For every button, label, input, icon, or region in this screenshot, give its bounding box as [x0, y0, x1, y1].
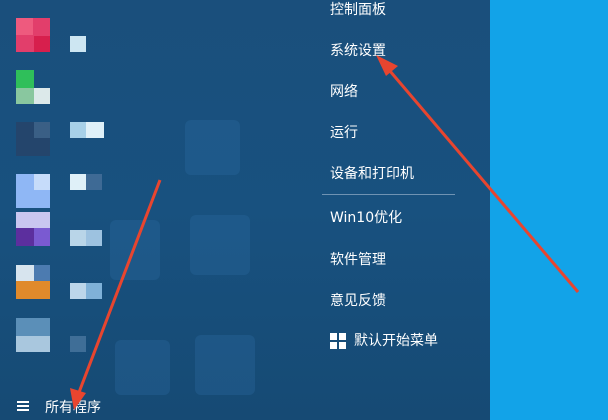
blurred-tile — [115, 340, 170, 395]
menu-divider — [322, 194, 455, 195]
app-icon-detail — [16, 212, 50, 228]
app-icon-detail — [16, 336, 50, 352]
app-icon-detail — [86, 174, 102, 190]
all-programs-button[interactable]: 所有程序 — [45, 397, 101, 417]
app-icon-detail — [34, 174, 50, 190]
menu-item-feedback[interactable]: 意见反馈 — [330, 292, 386, 310]
app-icon-detail — [16, 18, 33, 35]
app-icon-detail — [34, 122, 50, 138]
app-icon-detail — [70, 336, 86, 352]
menu-item-control-panel[interactable]: 控制面板 — [330, 1, 386, 19]
menu-item-run[interactable]: 运行 — [330, 124, 358, 142]
menu-item-network[interactable]: 网络 — [330, 83, 358, 101]
blurred-tile — [190, 215, 250, 275]
windows-logo-icon — [330, 333, 346, 349]
app-icon-detail — [16, 88, 34, 104]
app-icon-detail — [86, 230, 102, 246]
app-icon-detail — [34, 36, 50, 52]
menu-item-software-management[interactable]: 软件管理 — [330, 251, 386, 269]
desktop-background — [490, 0, 608, 420]
app-icon-detail — [34, 88, 50, 104]
app-icon-detail — [70, 174, 86, 190]
app-icon-detail — [34, 228, 50, 246]
menu-item-system-settings[interactable]: 系统设置 — [330, 42, 386, 60]
start-menu-panel: 控制面板 系统设置 网络 运行 设备和打印机 Win10优化 软件管理 意见反馈… — [0, 0, 490, 420]
blurred-tile — [185, 120, 240, 175]
app-icon-detail — [70, 36, 86, 52]
app-icon-detail — [34, 265, 50, 281]
app-icon-detail — [70, 122, 86, 138]
app-icon[interactable] — [16, 70, 34, 88]
list-icon — [17, 401, 29, 411]
app-icon-detail — [70, 230, 86, 246]
menu-item-devices-printers[interactable]: 设备和打印机 — [330, 165, 414, 183]
blurred-tile — [110, 220, 160, 280]
app-icon-detail — [86, 122, 104, 138]
menu-item-default-start-menu[interactable]: 默认开始菜单 — [354, 332, 438, 350]
menu-item-win10-optimize[interactable]: Win10优化 — [330, 209, 402, 227]
app-icon-detail — [70, 283, 86, 299]
app-icon-detail — [86, 283, 102, 299]
blurred-tile — [195, 335, 255, 395]
